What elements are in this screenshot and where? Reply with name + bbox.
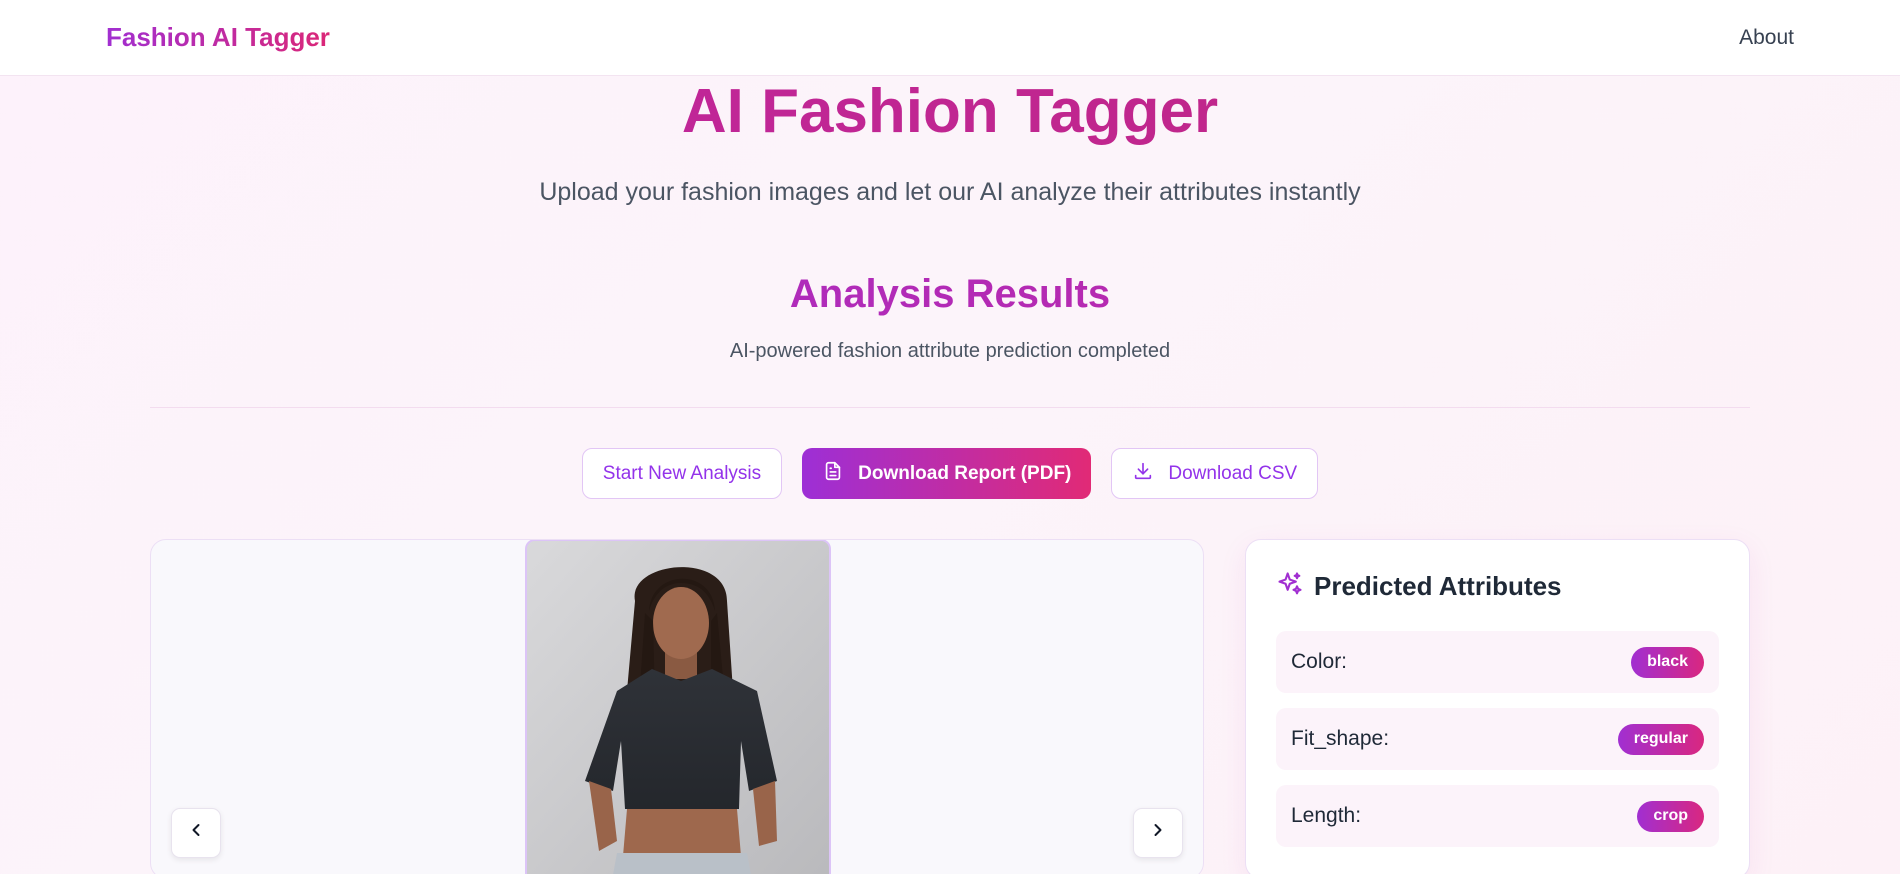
download-pdf-button[interactable]: Download Report (PDF) bbox=[802, 448, 1092, 499]
page-title: AI Fashion Tagger bbox=[0, 76, 1900, 148]
attribute-label: Color: bbox=[1291, 650, 1348, 673]
attribute-row-color: Color: black bbox=[1276, 631, 1719, 693]
carousel-prev-button[interactable] bbox=[171, 808, 221, 858]
chevron-right-icon bbox=[1148, 819, 1168, 847]
fashion-image bbox=[525, 540, 831, 874]
attribute-value-badge: regular bbox=[1617, 723, 1704, 755]
download-icon bbox=[1132, 460, 1154, 488]
download-csv-button[interactable]: Download CSV bbox=[1111, 448, 1319, 499]
results-title: Analysis Results bbox=[0, 272, 1900, 317]
attribute-label: Length: bbox=[1291, 804, 1362, 827]
attribute-value-badge: black bbox=[1631, 646, 1704, 678]
start-new-analysis-label: Start New Analysis bbox=[602, 462, 762, 484]
section-divider bbox=[150, 407, 1750, 408]
download-pdf-label: Download Report (PDF) bbox=[858, 462, 1072, 484]
document-icon bbox=[822, 460, 844, 488]
action-bar: Start New Analysis Download Report (PDF)… bbox=[0, 448, 1900, 499]
brand-logo-text[interactable]: Fashion AI Tagger bbox=[106, 22, 330, 53]
top-navbar: Fashion AI Tagger About bbox=[0, 0, 1900, 76]
attribute-label: Fit_shape: bbox=[1291, 727, 1390, 750]
attributes-list: Color: black Fit_shape: regular Length: … bbox=[1276, 631, 1719, 847]
carousel-next-button[interactable] bbox=[1133, 808, 1183, 858]
chevron-left-icon bbox=[186, 819, 206, 847]
download-csv-label: Download CSV bbox=[1168, 462, 1298, 484]
attributes-header: Predicted Attributes bbox=[1276, 568, 1719, 604]
attribute-row-fit-shape: Fit_shape: regular bbox=[1276, 708, 1719, 770]
image-preview-panel bbox=[150, 539, 1204, 874]
sparkles-icon bbox=[1276, 570, 1304, 603]
predicted-attributes-panel: Predicted Attributes Color: black Fit_sh… bbox=[1245, 539, 1750, 874]
page-subtitle: Upload your fashion images and let our A… bbox=[539, 178, 1361, 206]
nav-link-about[interactable]: About bbox=[1739, 26, 1794, 50]
results-subtitle: AI-powered fashion attribute prediction … bbox=[729, 340, 1171, 362]
attributes-title: Predicted Attributes bbox=[1314, 570, 1562, 601]
attribute-value-badge: crop bbox=[1637, 800, 1704, 832]
attribute-row-length: Length: crop bbox=[1276, 785, 1719, 847]
start-new-analysis-button[interactable]: Start New Analysis bbox=[581, 448, 783, 499]
